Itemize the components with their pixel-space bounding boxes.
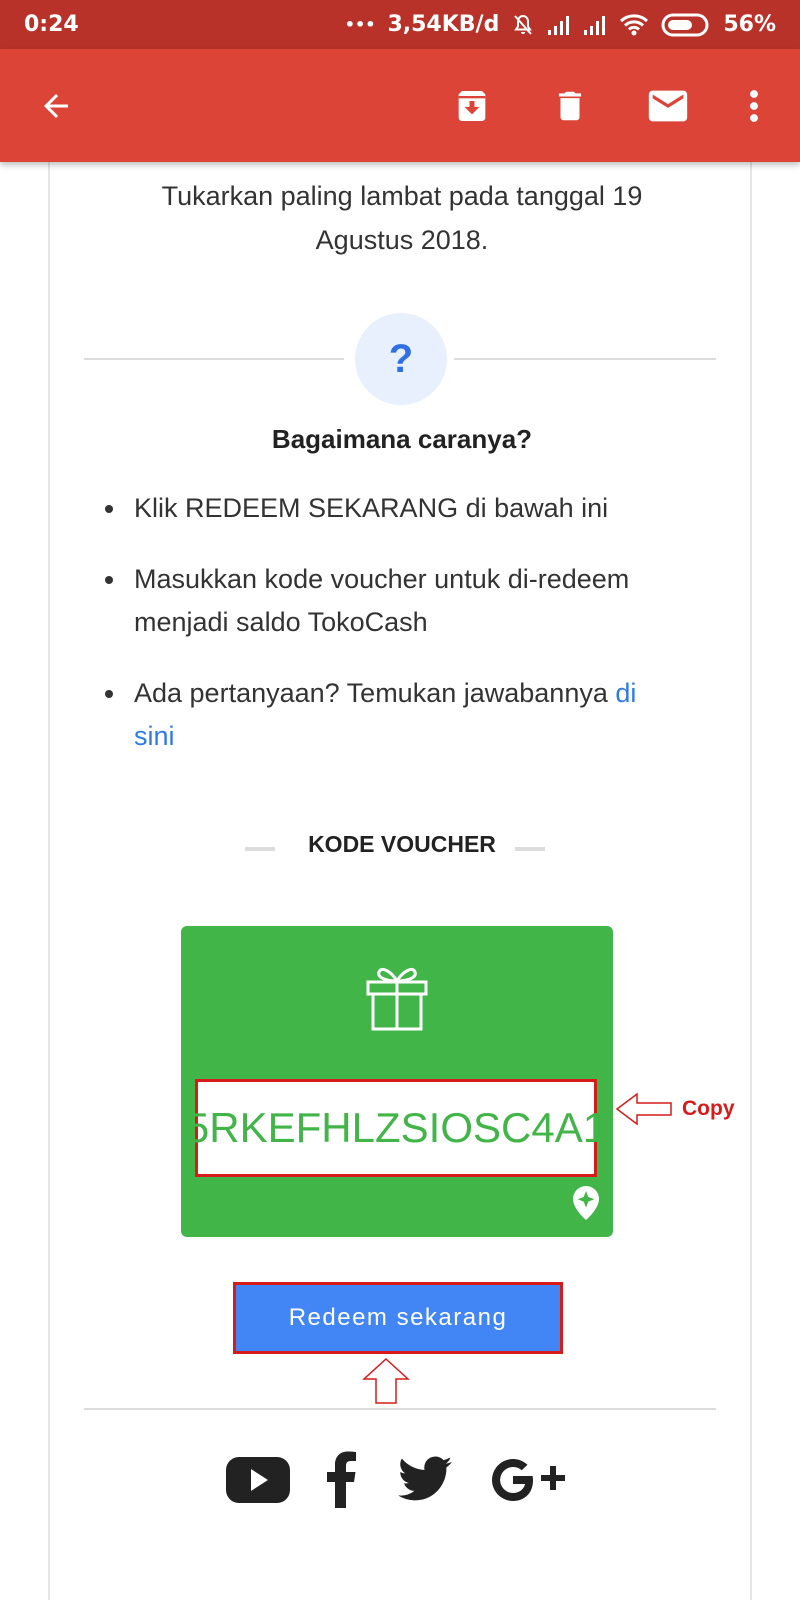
step-text: Ada pertanyaan? Temukan jawabannya (134, 678, 616, 708)
help-link[interactable]: di (615, 678, 636, 708)
voucher-heading: KODE VOUCHER (308, 831, 496, 857)
bullet (105, 505, 113, 513)
facebook-icon[interactable] (325, 1450, 357, 1508)
more-vertical-icon (750, 89, 758, 122)
delete-button[interactable] (542, 49, 598, 162)
status-dots: ••• (344, 15, 376, 34)
battery-percent: 56% (723, 12, 776, 37)
how-to-title: Bagaimana caranya? (271, 424, 533, 454)
expiry-line-1: Tukarkan paling lambat pada tanggal 19 (161, 181, 643, 211)
youtube-icon[interactable] (226, 1457, 290, 1503)
question-icon: ? (355, 313, 447, 405)
battery-icon (661, 13, 709, 36)
wifi-icon (620, 13, 649, 35)
archive-button[interactable] (444, 49, 500, 162)
steps-list: Klik REDEEM SEKARANG di bawah ini Masukk… (100, 487, 700, 786)
status-bar: 0:24 ••• 3,54KB/d 56% (0, 0, 800, 49)
divider-right (454, 358, 716, 360)
email-body: Tukarkan paling lambat pada tanggal 19 A… (48, 162, 752, 1600)
divider-left (84, 358, 344, 360)
expiry-text: Tukarkan paling lambat pada tanggal 19 A… (50, 174, 754, 262)
step-text-line-1: Masukkan kode voucher untuk di-redeem (134, 564, 630, 594)
google-plus-icon[interactable] (490, 1458, 570, 1502)
status-indicators: ••• 3,54KB/d 56% (345, 12, 776, 37)
signal-icon (548, 15, 570, 35)
mute-bell-icon (514, 14, 533, 35)
twitter-icon[interactable] (398, 1456, 452, 1502)
question-mark: ? (388, 336, 414, 381)
gift-icon (366, 967, 428, 1031)
arrow-up-annotation-icon (362, 1357, 410, 1404)
step-text-line-2: menjadi saldo TokoCash (134, 607, 428, 637)
footer-divider (84, 1408, 716, 1410)
redeem-button[interactable]: Redeem sekarang (233, 1282, 563, 1354)
list-item: Klik REDEEM SEKARANG di bawah ini (100, 487, 700, 530)
more-options-button[interactable] (736, 49, 772, 162)
tokopedia-badge-icon (573, 1186, 599, 1220)
step-text: Klik REDEEM SEKARANG di bawah ini (134, 493, 609, 523)
signal-icon-2 (584, 15, 606, 35)
heading-dash-right (515, 847, 545, 851)
bullet (105, 690, 113, 698)
copy-annotation: Copy (682, 1097, 735, 1120)
arrow-left-icon (44, 93, 68, 118)
arrow-left-annotation-icon (615, 1092, 672, 1126)
app-toolbar (0, 49, 800, 162)
list-item: Masukkan kode voucher untuk di-redeem me… (100, 558, 700, 644)
expiry-line-2: Agustus 2018. (315, 225, 489, 255)
bullet (105, 576, 113, 584)
help-link-continued[interactable]: sini (134, 721, 175, 751)
back-button[interactable] (28, 49, 84, 162)
status-time: 0:24 (24, 12, 79, 37)
voucher-card: 5RKEFHLZSIOSC4A1 (181, 926, 613, 1237)
voucher-code[interactable]: 5RKEFHLZSIOSC4A1 (186, 1079, 606, 1177)
mail-icon (648, 90, 688, 121)
network-speed: 3,54KB/d (387, 12, 500, 37)
mark-unread-button[interactable] (640, 49, 696, 162)
list-item: Ada pertanyaan? Temukan jawabannya di si… (100, 672, 700, 758)
archive-icon (458, 90, 486, 121)
trash-icon (558, 91, 582, 120)
